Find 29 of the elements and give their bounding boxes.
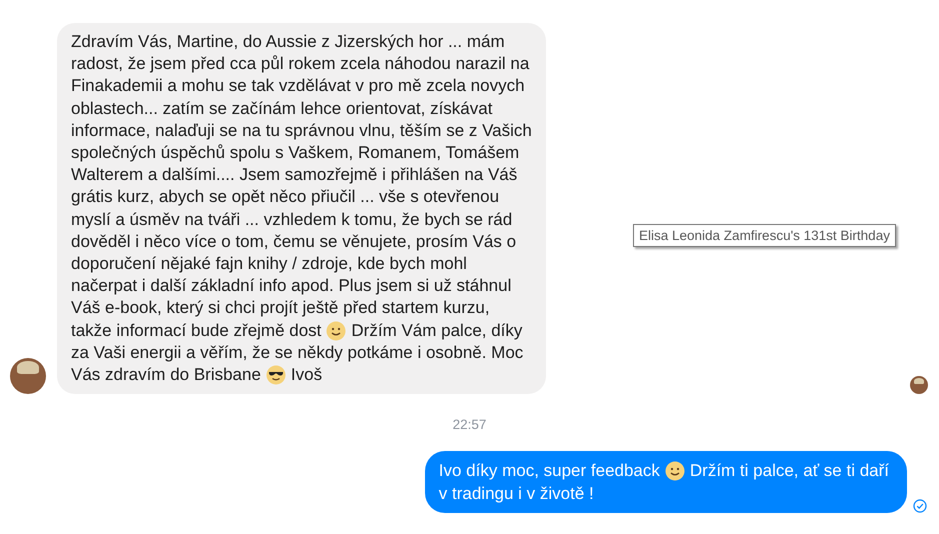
avatar — [910, 376, 928, 394]
message-text: načerpat i další základní info apod. Plus jsem si už stáhnul — [71, 275, 512, 298]
tooltip: Elisa Leonida Zamfirescu's 131st Birthday — [633, 224, 896, 247]
message-text: Vás zdravím do Brisbane — [71, 364, 261, 386]
check-circle-icon — [913, 499, 927, 514]
message-text: dověděl i něco více o tom, čemu se věnujete, prosím Vás o — [71, 230, 516, 253]
message-text: za Vaši energii a věřím, že se někdy potkáme i osobně. Moc — [71, 342, 524, 364]
message-text: Walterem a dalšími.... Jsem samozřejmě i přihlášen na Váš — [71, 164, 518, 186]
message-text: Ivoš — [290, 364, 322, 386]
message-text: společných úspěchů spolu s Vaškem, Romanem, Tomášem — [71, 142, 520, 164]
smiley-icon — [326, 320, 346, 341]
message-text: Finakademii a mohu se tak vzdělávat v pro mě zcela novych — [71, 75, 525, 98]
smiley-icon — [664, 460, 685, 481]
message-text: doporučení nějaké fajn knihy / zdroje, kde bych mohl — [71, 253, 467, 276]
message-text: oblastech... zatím se začínám lehce orientovat, získávat — [71, 98, 492, 120]
sunglasses-emoji-icon — [266, 365, 286, 386]
message-text: radost, že jsem před cca půl rokem zcela náhodou narazil na — [71, 53, 530, 76]
message-text: Váš e-book, který si chci projít ještě před startem kurzu, — [71, 297, 490, 320]
message-text: takže informací bude zřejmě dost — [71, 320, 322, 342]
message-text: informace, nalaďuji se na tu správnou vlnu, těším se z Vašich — [71, 120, 532, 142]
timestamp: 22:57 — [452, 416, 488, 434]
avatar — [10, 358, 46, 394]
message-text: Držím Vám palce, díky — [351, 320, 522, 342]
message-text: Ivo díky moc, super feedback — [438, 460, 660, 482]
message-text: myslí a úsměv na tváři ... vzhledem k tomu, že bych se rád — [71, 208, 512, 231]
message-text: Držím ti palce, ať se ti daří — [690, 460, 889, 482]
message-text: v tradingu i v životě ! — [438, 483, 594, 506]
message-text: Zdravím Vás, Martine, do Aussie z Jizerských hor ... mám — [71, 31, 505, 53]
message-text: grátis kurz, abych se opět něco přiučil ... vše s otevřenou — [71, 186, 500, 208]
